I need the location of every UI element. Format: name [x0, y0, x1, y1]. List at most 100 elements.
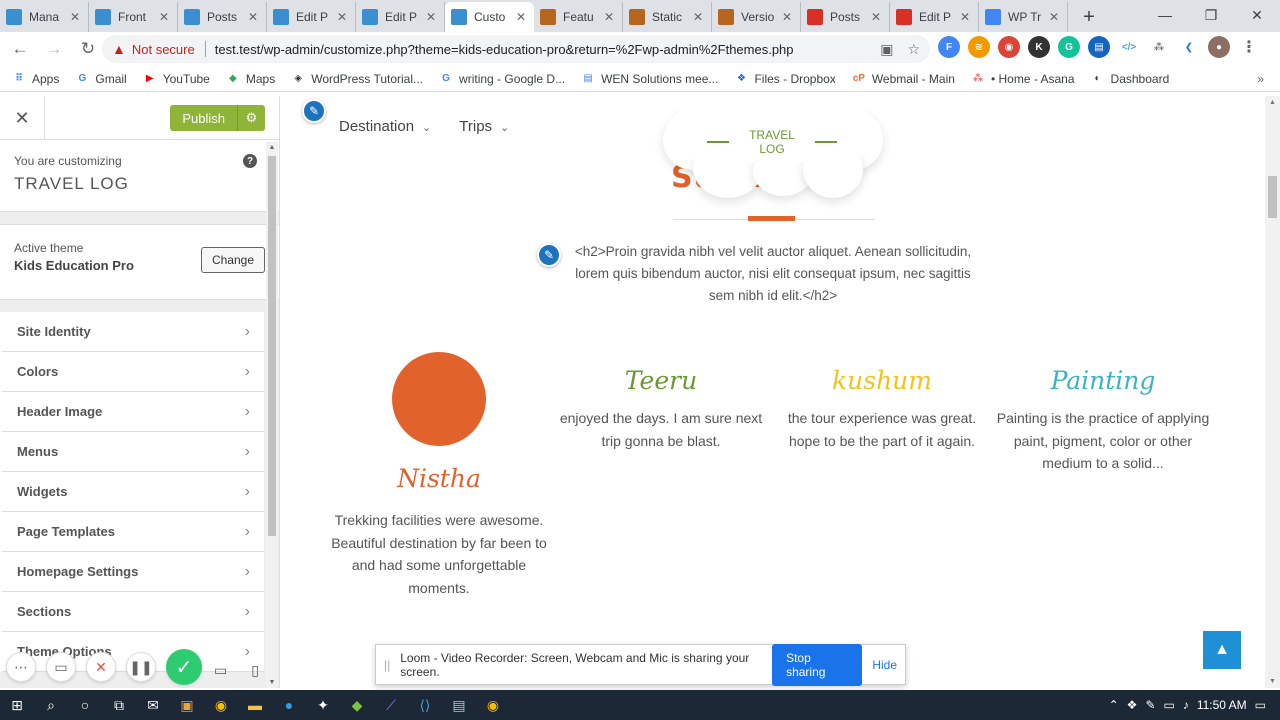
pause-icon[interactable]: ❚❚ — [126, 652, 156, 682]
volume-icon[interactable]: ♪ — [1183, 698, 1189, 712]
more-options-icon[interactable]: ⋯ — [6, 652, 36, 682]
camera-icon[interactable]: ▭ — [46, 652, 76, 682]
site-info-icon[interactable]: ▣ — [880, 41, 893, 58]
bookmark-item[interactable]: ◐ Dashboard — [1091, 72, 1170, 86]
extension-icon[interactable]: F — [938, 36, 960, 58]
sidebar-scrollbar[interactable]: ▲ ▼ — [266, 142, 278, 688]
tab-close-icon[interactable]: ✕ — [958, 10, 972, 24]
bookmark-item[interactable]: ◆ Maps — [226, 72, 275, 86]
notepad-icon[interactable]: ▤ — [442, 690, 476, 720]
publish-button[interactable]: Publish — [170, 105, 237, 131]
customizer-section-item[interactable]: Colors › — [0, 352, 264, 392]
customizer-section-item[interactable]: Menus › — [0, 432, 264, 472]
tab-close-icon[interactable]: ✕ — [157, 10, 171, 24]
preview-nav-item[interactable]: Destination ⌄ — [339, 118, 431, 135]
publish-settings-gear-icon[interactable]: ⚙ — [237, 105, 265, 131]
new-tab-button[interactable]: + — [1074, 2, 1104, 32]
scrollbar-thumb[interactable] — [1268, 176, 1277, 218]
close-window-button[interactable]: ✕ — [1234, 0, 1280, 30]
pen-icon[interactable]: ✎ — [1145, 698, 1155, 712]
preview-nav-item[interactable]: Trips ⌄ — [459, 118, 509, 135]
tab-close-icon[interactable]: ✕ — [869, 10, 883, 24]
bookmark-item[interactable]: Gwriting - Google D... — [439, 72, 565, 86]
scroll-down-arrow-icon[interactable]: ▼ — [266, 679, 278, 686]
browser-tab[interactable]: Posts ✕ — [801, 2, 890, 32]
extension-icon[interactable]: ❮ — [1178, 36, 1200, 58]
menu-kebab-icon[interactable]: ⋮ — [1238, 36, 1260, 58]
browser-tab[interactable]: Custo ✕ — [445, 2, 534, 32]
tab-close-icon[interactable]: ✕ — [335, 10, 349, 24]
cortana-icon[interactable]: ○ — [68, 690, 102, 720]
chevron-up-icon[interactable]: ⌃ — [1109, 698, 1119, 712]
bookmark-item[interactable]: ⠿ Apps — [12, 72, 59, 86]
bookmark-item[interactable]: ⁂ • Home - Asana — [971, 72, 1075, 86]
app-icon[interactable]: ▣ — [170, 690, 204, 720]
customizer-section-item[interactable]: Header Image › — [0, 392, 264, 432]
file-explorer-icon[interactable]: ▬ — [238, 690, 272, 720]
grammarly-icon[interactable]: G — [1058, 36, 1080, 58]
clock[interactable]: 11:50 AM — [1197, 698, 1247, 712]
browser-tab[interactable]: Versio ✕ — [712, 2, 801, 32]
mail-icon[interactable]: ✉ — [136, 690, 170, 720]
app-icon[interactable]: ✦ — [306, 690, 340, 720]
cancel-recording-icon[interactable]: ✕ — [86, 652, 116, 682]
browser-tab[interactable]: Mana ✕ — [0, 2, 89, 32]
browser-tab[interactable]: Front ✕ — [89, 2, 178, 32]
tablet-preview-icon[interactable]: ▭ — [214, 662, 227, 679]
mobile-preview-icon[interactable]: ▯ — [251, 662, 259, 679]
browser-tab[interactable]: WP Tr ✕ — [979, 2, 1068, 32]
finish-recording-icon[interactable]: ✓ — [166, 649, 202, 685]
bookmark-item[interactable]: G Gmail — [75, 72, 126, 86]
forward-button[interactable]: → — [40, 35, 68, 63]
rss-extension-icon[interactable]: ≋ — [968, 36, 990, 58]
scroll-up-arrow-icon[interactable]: ▲ — [266, 144, 278, 151]
tab-close-icon[interactable]: ✕ — [1047, 10, 1061, 24]
windows-start-icon[interactable]: ⊞ — [0, 690, 34, 720]
tab-close-icon[interactable]: ✕ — [68, 10, 82, 24]
extension-icon[interactable]: K — [1028, 36, 1050, 58]
scrollbar-thumb[interactable] — [268, 156, 276, 536]
browser-tab[interactable]: Edit P ✕ — [267, 2, 356, 32]
scroll-to-top-button[interactable]: ▲ — [1203, 631, 1241, 669]
scroll-down-arrow-icon[interactable]: ▼ — [1265, 678, 1280, 685]
extension-icon[interactable]: ⁂ — [1148, 36, 1170, 58]
browser-tab[interactable]: Featu ✕ — [534, 2, 623, 32]
notifications-icon[interactable]: ▭ — [1255, 698, 1266, 712]
edit-shortcut-icon[interactable]: ✎ — [302, 99, 326, 123]
profile-avatar[interactable]: ● — [1208, 36, 1230, 58]
hide-button[interactable]: Hide — [872, 658, 897, 672]
edge-icon[interactable]: ● — [272, 690, 306, 720]
code-extension-icon[interactable]: </> — [1118, 36, 1140, 58]
vscode-icon[interactable]: ⟨⟩ — [408, 690, 442, 720]
bookmark-item[interactable]: cP Webmail - Main — [852, 72, 955, 86]
chrome-icon[interactable]: ◉ — [476, 690, 510, 720]
tab-close-icon[interactable]: ✕ — [602, 10, 616, 24]
browser-tab[interactable]: Edit P ✕ — [356, 2, 445, 32]
back-button[interactable]: ← — [6, 35, 34, 63]
minimize-button[interactable]: — — [1142, 0, 1188, 30]
extension-icon[interactable]: ▤ — [1088, 36, 1110, 58]
extension-icon[interactable]: ◉ — [998, 36, 1020, 58]
drag-handle-icon[interactable]: || — [384, 658, 390, 672]
browser-tab[interactable]: Edit P ✕ — [890, 2, 979, 32]
tab-close-icon[interactable]: ✕ — [246, 10, 260, 24]
app-icon[interactable]: ⟋ — [374, 690, 408, 720]
chrome-icon[interactable]: ◉ — [204, 690, 238, 720]
change-theme-button[interactable]: Change — [200, 247, 265, 273]
stop-sharing-button[interactable]: Stop sharing — [772, 643, 863, 686]
bookmark-item[interactable]: ▤ WEN Solutions mee... — [581, 72, 718, 86]
address-bar[interactable]: ▲ Not secure test.test/wp-admin/customiz… — [102, 35, 930, 63]
bookmark-item[interactable]: ❖ Files - Dropbox — [734, 72, 836, 86]
task-view-icon[interactable]: ⧉ — [102, 690, 136, 720]
browser-tab[interactable]: Posts ✕ — [178, 2, 267, 32]
customizer-section-item[interactable]: Site Identity › — [0, 312, 264, 352]
more-bookmarks-icon[interactable]: » — [1257, 72, 1264, 86]
git-icon[interactable]: ◆ — [340, 690, 374, 720]
tab-close-icon[interactable]: ✕ — [780, 10, 794, 24]
bookmark-item[interactable]: ◈ WordPress Tutorial... — [291, 72, 423, 86]
help-icon[interactable]: ? — [243, 154, 257, 168]
preview-scrollbar[interactable]: ▲ ▼ — [1265, 96, 1280, 688]
maximize-button[interactable]: ❐ — [1188, 0, 1234, 30]
bookmark-star-icon[interactable]: ☆ — [907, 41, 920, 58]
customizer-section-item[interactable]: Widgets › — [0, 472, 264, 512]
